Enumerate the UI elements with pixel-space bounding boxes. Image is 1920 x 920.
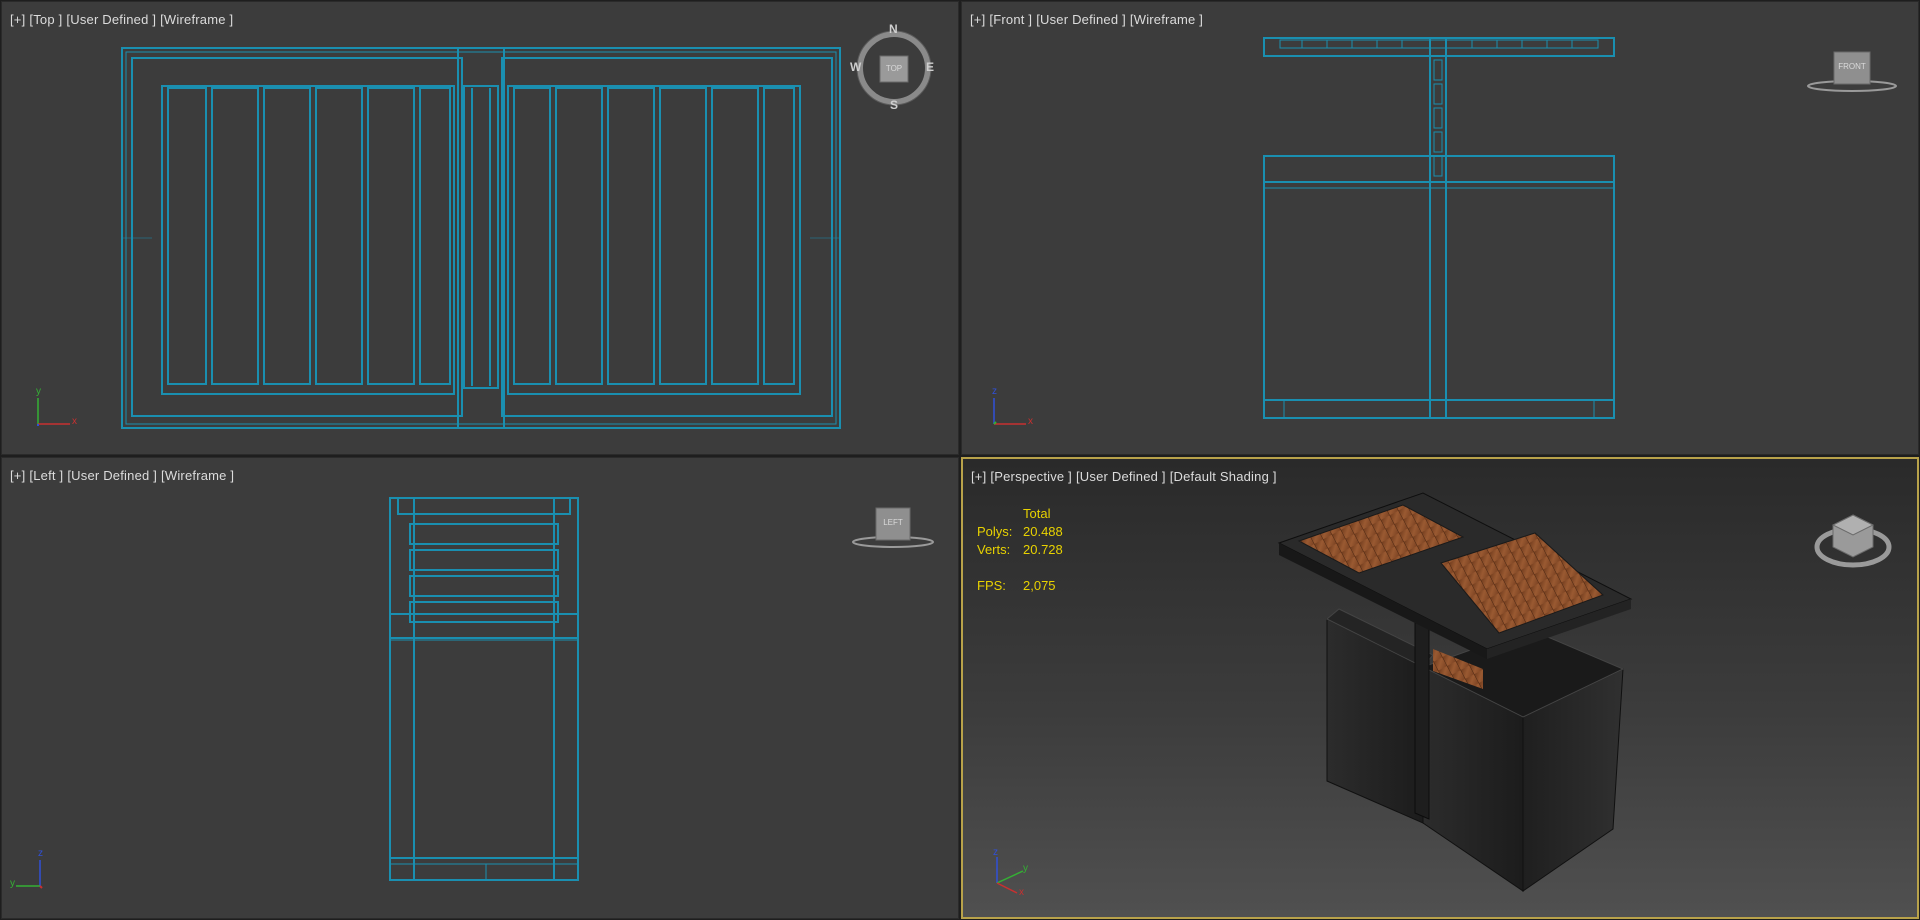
viewport-layout: [+][Top ][User Defined ][Wireframe ] xyxy=(0,0,1920,920)
axis-tripod-icon: z y x xyxy=(983,847,1033,904)
axis-label-right: y xyxy=(10,878,15,889)
axis-tripod-icon: y x xyxy=(30,386,80,435)
viewport-left[interactable]: [+][Left ][User Defined ][Wireframe ] xyxy=(1,457,959,919)
axis-label-up: z xyxy=(993,847,998,858)
top-wireframe xyxy=(121,47,841,429)
axis-label-up: y xyxy=(36,386,41,397)
viewport-perspective[interactable]: [+] [Perspective ] [User Defined ] [Default… xyxy=(961,457,1919,919)
compass-north[interactable]: N xyxy=(889,22,898,36)
viewcube-face-label[interactable]: FRONT xyxy=(1834,62,1870,71)
compass-west[interactable]: W xyxy=(850,60,861,74)
axis-label-left: x xyxy=(1019,887,1024,898)
front-wireframe xyxy=(1263,37,1615,419)
axis-tripod-icon: z y xyxy=(10,846,60,897)
viewport-front[interactable]: [+] [Front ] [User Defined ] [Wireframe ] xyxy=(961,1,1919,455)
perspective-bin-model xyxy=(1277,492,1633,892)
viewcube-icon[interactable]: LEFT xyxy=(848,504,938,550)
compass-icon[interactable]: TOP N S E W xyxy=(850,22,934,112)
viewcube-face-label[interactable]: LEFT xyxy=(876,518,910,527)
axis-tripod-icon: z x xyxy=(986,386,1036,435)
compass-south[interactable]: S xyxy=(890,98,898,112)
axis-label-up: z xyxy=(992,386,997,397)
viewcube-icon[interactable]: FRONT xyxy=(1802,48,1902,94)
compass-east[interactable]: E xyxy=(926,60,934,74)
axis-label-right: x xyxy=(1028,416,1033,427)
axis-label-right: x xyxy=(72,416,77,427)
viewcube-icon[interactable] xyxy=(1809,497,1897,577)
viewcube-icon[interactable]: TOP xyxy=(880,64,908,73)
left-wireframe xyxy=(389,497,579,881)
viewport-top[interactable]: [+][Top ][User Defined ][Wireframe ] xyxy=(1,1,959,455)
axis-label-up: z xyxy=(38,848,43,859)
axis-label-right: y xyxy=(1023,863,1028,874)
